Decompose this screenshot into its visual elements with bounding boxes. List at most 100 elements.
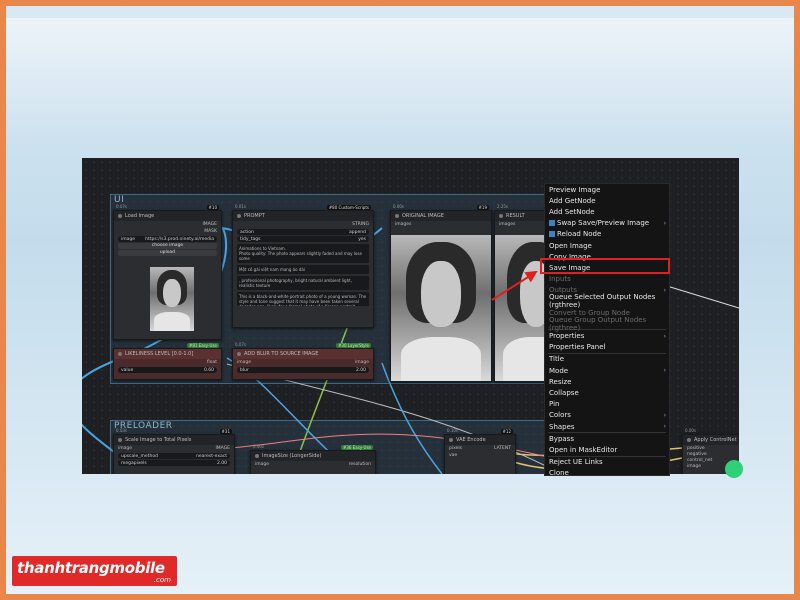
input-vae[interactable]: vae <box>449 453 457 458</box>
output-resolution[interactable]: resolution <box>349 462 371 467</box>
input-pixels[interactable]: pixels <box>449 446 462 451</box>
output-latent[interactable]: LATENT <box>494 446 511 451</box>
output-float[interactable]: float <box>207 360 217 365</box>
node-badge: #12 <box>500 429 513 434</box>
collapse-dot-icon[interactable] <box>255 454 259 458</box>
megapixels-slider[interactable]: megapixels 2.00 <box>118 460 230 466</box>
output-image[interactable]: image <box>355 360 369 365</box>
node-title: Scale Image to Total Pixels <box>125 437 192 443</box>
action-select[interactable]: action append <box>237 229 369 235</box>
node-title: Apply ControlNet <box>694 437 737 443</box>
collapse-dot-icon[interactable] <box>118 214 122 218</box>
input-image[interactable]: image <box>237 360 251 365</box>
menu-item-collapse[interactable]: Collapse <box>545 387 669 398</box>
node-vae-encode[interactable]: 0.10s #12 VAE Encode pixels LATENT vae <box>444 428 516 474</box>
collapse-dot-icon[interactable] <box>237 214 241 218</box>
upscale-method-select[interactable]: upscale_method nearest-exact <box>118 453 230 459</box>
menu-item-open-image[interactable]: Open Image <box>545 240 669 251</box>
input-negative[interactable]: negative <box>687 452 707 457</box>
menu-item-preview-image[interactable]: Preview Image <box>545 184 669 195</box>
menu-item-resize[interactable]: Resize <box>545 376 669 387</box>
prompt-text-1[interactable]: Animations to Vietnam. Photo quality: The… <box>237 244 369 263</box>
menu-item-shapes[interactable]: Shapes › <box>545 421 669 432</box>
field-value: 0.60 <box>203 367 214 373</box>
menu-item-properties-panel[interactable]: Properties Panel <box>545 342 669 353</box>
field-value: nearest-exact <box>196 453 227 459</box>
input-images[interactable]: images <box>395 222 411 227</box>
save-image-highlight-box <box>540 258 670 274</box>
output-image[interactable]: IMAGE <box>202 222 217 227</box>
input-image[interactable]: image <box>255 462 269 467</box>
input-photo-preview <box>150 267 194 331</box>
chevron-right-icon: › <box>663 423 666 431</box>
menu-item-clone[interactable]: Clone <box>545 468 669 479</box>
menu-item-reject-ue-links[interactable]: Reject UE Links <box>545 457 669 468</box>
logo-suffix: .com <box>153 576 171 584</box>
collapse-dot-icon[interactable] <box>395 214 399 218</box>
field-value: 2.00 <box>216 460 227 466</box>
node-timing: 0.07s <box>116 204 127 209</box>
menu-item-colors[interactable]: Colors › <box>545 410 669 421</box>
output-string[interactable]: STRING <box>352 222 369 227</box>
field-value: append <box>349 229 366 235</box>
node-prompt[interactable]: 0.01s #80 Custom-Scripts PROMPT STRING a… <box>232 204 374 328</box>
node-badge: #81 Easy-Use <box>187 343 219 348</box>
collapse-dot-icon[interactable] <box>237 352 241 356</box>
node-timing: 0.07s <box>235 342 246 347</box>
node-scale-image[interactable]: 0.03s #31 Scale Image to Total Pixels im… <box>113 428 235 474</box>
node-likeliness[interactable]: #81 Easy-Use LIKELINESS LEVEL [0.0-1.0] … <box>113 343 222 380</box>
menu-item-properties[interactable]: Properties › <box>545 330 669 341</box>
collapse-dot-icon[interactable] <box>449 438 453 442</box>
tidy-tags-select[interactable]: tidy_tags yes <box>237 236 369 242</box>
prompt-text-3[interactable]: , professional photography, bright natur… <box>237 276 369 290</box>
node-add-blur[interactable]: 0.07s #30 LayerStyle ADD BLUR TO SOURCE … <box>232 342 374 380</box>
menu-item-mode[interactable]: Mode › <box>545 365 669 376</box>
floating-action-icon[interactable] <box>725 460 743 478</box>
menu-item-add-getnode[interactable]: Add GetNode <box>545 195 669 206</box>
menu-item-pin[interactable]: Pin <box>545 399 669 410</box>
prompt-text-4[interactable]: This is a black-and-white portrait photo… <box>237 292 369 306</box>
menu-item-add-setnode[interactable]: Add SetNode <box>545 206 669 217</box>
input-positive[interactable]: positive <box>687 446 705 451</box>
field-value: yes <box>358 236 366 242</box>
value-slider[interactable]: value 0.60 <box>118 367 217 373</box>
blur-slider[interactable]: blur 2.00 <box>237 367 369 373</box>
chevron-right-icon: › <box>663 219 666 227</box>
prompt-text-2[interactable]: Một cô gái việt nam mang áo dài <box>237 265 369 274</box>
menu-item-swap-save-preview[interactable]: Swap Save/Preview Image › <box>545 218 669 229</box>
node-badge: #80 Custom-Scripts <box>326 205 371 210</box>
chevron-right-icon: › <box>663 367 666 375</box>
menu-item-reload-node[interactable]: Reload Node <box>545 229 669 240</box>
node-title: ADD BLUR TO SOURCE IMAGE <box>244 351 319 357</box>
field-value: https://s3.prod.ninety.ai/media <box>145 236 214 242</box>
node-title: ORIGINAL IMAGE <box>402 213 444 219</box>
context-menu[interactable]: Preview Image Add GetNode Add SetNode Sw… <box>544 183 670 479</box>
collapse-dot-icon[interactable] <box>118 352 122 356</box>
menu-item-open-maskeditor[interactable]: Open in MaskEditor <box>545 444 669 455</box>
menu-item-bypass[interactable]: Bypass <box>545 433 669 444</box>
node-title: Load Image <box>125 213 155 219</box>
node-image-size[interactable]: 0.00s #36 Easy-Use ImageSize (LongerSide… <box>250 444 376 474</box>
menu-item-title[interactable]: Title <box>545 354 669 365</box>
choose-image-button[interactable]: choose image <box>118 243 217 249</box>
node-badge: #10 <box>206 205 219 210</box>
node-timing: 0.03s <box>116 428 127 433</box>
output-mask[interactable]: MASK <box>204 229 217 234</box>
collapse-dot-icon[interactable] <box>499 214 503 218</box>
node-load-image[interactable]: 0.07s #10 Load Image IMAGE MASK image htt… <box>113 204 222 340</box>
chevron-right-icon: › <box>663 332 666 340</box>
node-title: LIKELINESS LEVEL [0.0-1.0] <box>125 351 194 357</box>
upload-button[interactable]: upload <box>118 250 217 256</box>
input-images[interactable]: images <box>499 222 515 227</box>
collapse-dot-icon[interactable] <box>118 438 122 442</box>
watermark-logo: thanhtrangmobile .com <box>12 556 177 586</box>
input-image[interactable]: image <box>687 464 701 469</box>
node-original-image[interactable]: 0.00s #19 ORIGINAL IMAGE images <box>390 204 492 382</box>
field-label: tidy_tags <box>240 236 261 242</box>
output-image[interactable]: IMAGE <box>215 446 230 451</box>
input-control-net[interactable]: control_net <box>687 458 712 463</box>
menu-item-queue-selected-output[interactable]: Queue Selected Output Nodes (rgthree) <box>545 293 669 309</box>
image-select[interactable]: image https://s3.prod.ninety.ai/media <box>118 236 217 242</box>
input-image[interactable]: image <box>118 446 132 451</box>
collapse-dot-icon[interactable] <box>687 438 691 442</box>
